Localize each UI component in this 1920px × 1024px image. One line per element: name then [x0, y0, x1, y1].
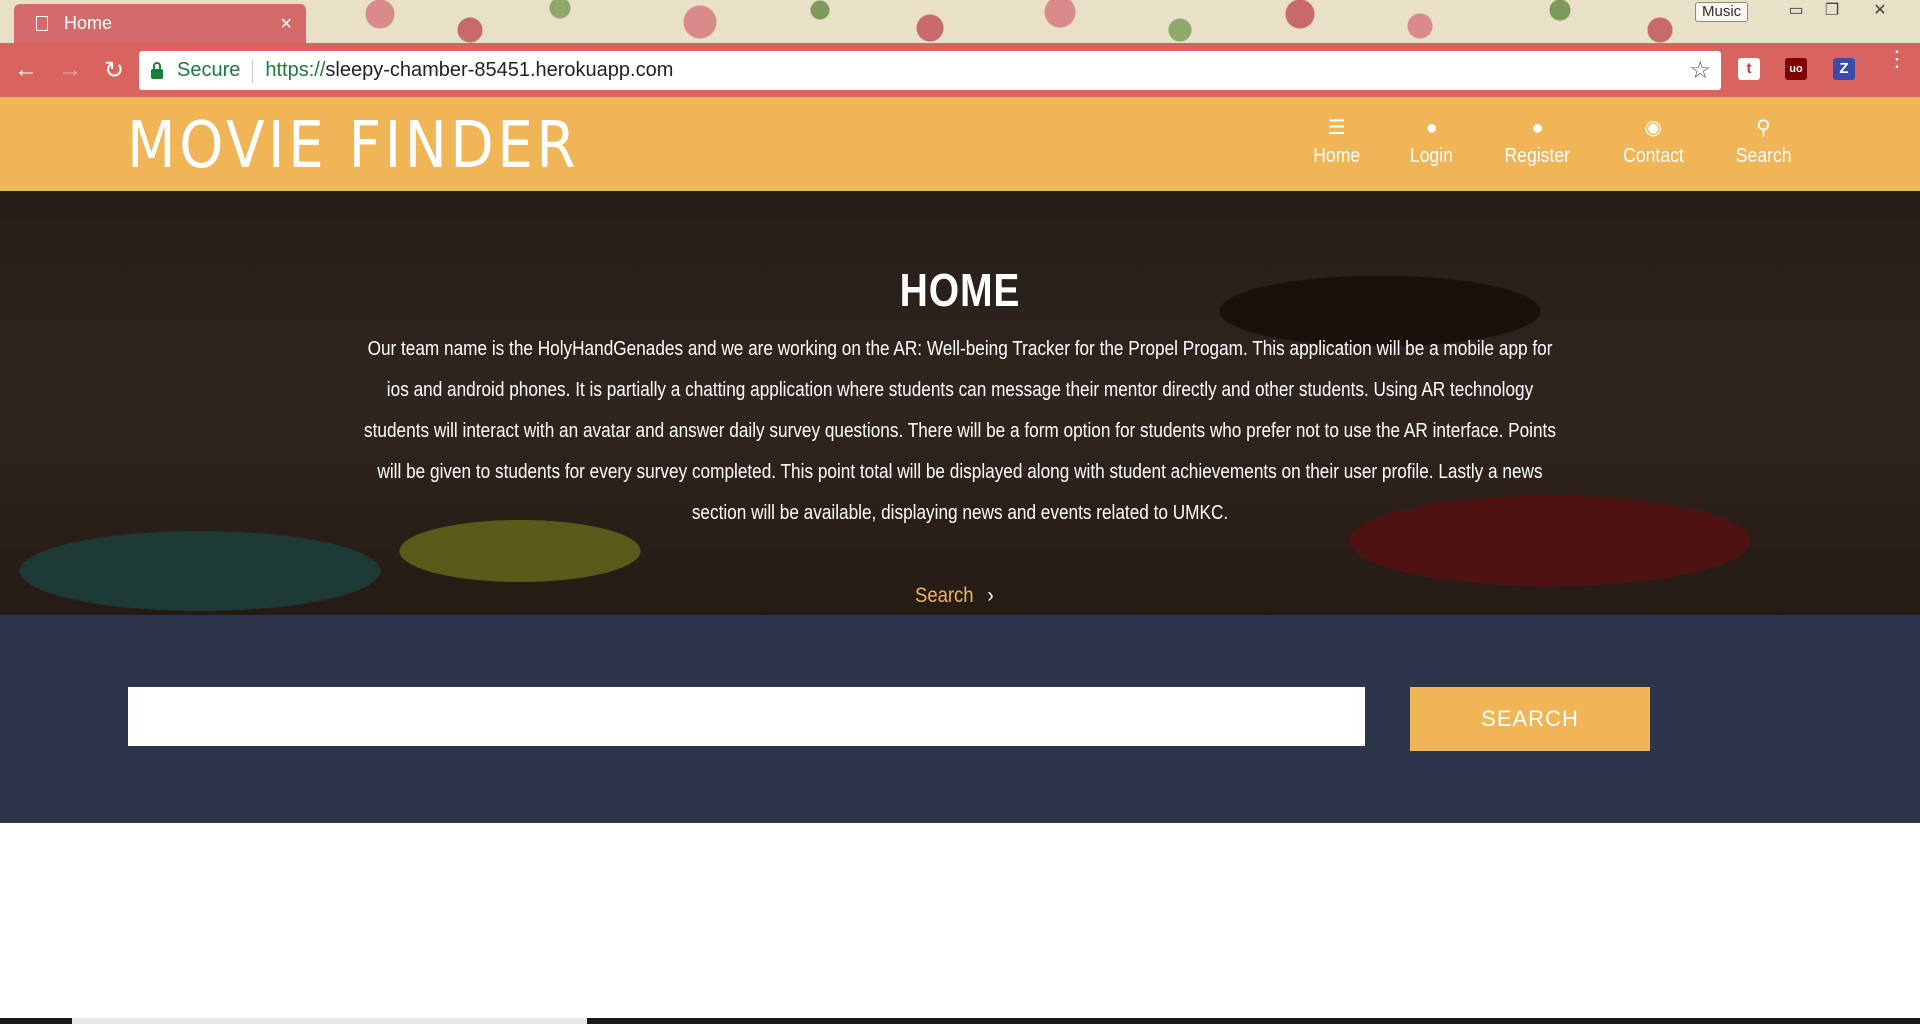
close-window-icon[interactable]: ✕: [1860, 0, 1900, 22]
search-button[interactable]: SEARCH: [1410, 687, 1650, 751]
browser-toolbar: ← → ↻ Secure https:// sleepy-chamber-854…: [0, 43, 1920, 97]
nav-contact[interactable]: ◉ Contact: [1619, 115, 1688, 168]
hero-search-link[interactable]: Search ›: [915, 584, 994, 608]
user-icon: ●: [1425, 117, 1438, 139]
nav-login-label: Login: [1410, 145, 1454, 167]
url-host: sleepy-chamber-85451.herokuapp.com: [325, 59, 674, 81]
search-section: SEARCH: [0, 615, 1920, 823]
page-icon: [36, 16, 48, 31]
search-input[interactable]: [128, 687, 1365, 746]
lock-icon: [151, 61, 163, 79]
hero-description: Our team name is the HolyHandGenades and…: [364, 338, 1556, 524]
search-icon: ⚲: [1756, 117, 1771, 139]
nav-login[interactable]: ● Login: [1407, 115, 1456, 168]
back-icon[interactable]: ←: [8, 56, 44, 84]
z-extension-icon[interactable]: Z: [1833, 58, 1855, 80]
site-logo[interactable]: MOVIE FINDER: [127, 109, 579, 183]
address-bar[interactable]: Secure https:// sleepy-chamber-85451.her…: [139, 51, 1721, 90]
globe-icon: ◉: [1644, 117, 1662, 139]
bottom-strip: [0, 1018, 1920, 1024]
music-badge: Music: [1695, 2, 1749, 22]
bookmark-star-icon[interactable]: ☆: [1689, 56, 1711, 85]
hero-content: HOME Our team name is the HolyHandGenade…: [360, 263, 1560, 534]
secure-label: Secure: [177, 59, 241, 81]
nav-search[interactable]: ⚲ Search: [1732, 115, 1795, 168]
t-extension-icon[interactable]: t: [1738, 58, 1760, 80]
hero-section: HOME Our team name is the HolyHandGenade…: [0, 191, 1920, 615]
reload-icon[interactable]: ↻: [96, 56, 132, 85]
ublock-extension-icon[interactable]: uo: [1785, 58, 1807, 80]
minimize-icon[interactable]: ▭: [1776, 0, 1816, 22]
browser-title-bar: Home × Music ▭ ❐ ✕: [0, 0, 1920, 43]
restore-icon[interactable]: ❐: [1812, 0, 1852, 22]
tab-title: Home: [64, 13, 113, 33]
hero-title: HOME: [899, 264, 1021, 316]
browser-tab[interactable]: Home ×: [14, 4, 306, 43]
nav-home-label: Home: [1313, 145, 1361, 167]
divider: [252, 58, 254, 83]
list-icon: ☰: [1327, 117, 1346, 139]
main-nav: ☰ Home ● Login ● Register ◉ Contact ⚲ Se…: [1310, 115, 1839, 168]
forward-icon[interactable]: →: [52, 56, 88, 84]
nav-contact-label: Contact: [1622, 145, 1684, 167]
nav-register-label: Register: [1504, 145, 1571, 167]
nav-home[interactable]: ☰ Home: [1310, 115, 1363, 168]
chevron-right-icon: ›: [987, 584, 994, 607]
hero-search-link-label: Search: [915, 584, 974, 607]
nav-register[interactable]: ● Register: [1500, 115, 1574, 168]
bottom-strip-light: [72, 1018, 587, 1024]
tab-close-icon[interactable]: ×: [280, 14, 292, 34]
nav-search-label: Search: [1735, 145, 1792, 167]
user-icon: ●: [1531, 117, 1544, 139]
url-scheme: https://: [265, 59, 326, 81]
browser-menu-icon[interactable]: ⋮: [1886, 48, 1908, 70]
site-header: MOVIE FINDER ☰ Home ● Login ● Register ◉…: [0, 97, 1920, 191]
